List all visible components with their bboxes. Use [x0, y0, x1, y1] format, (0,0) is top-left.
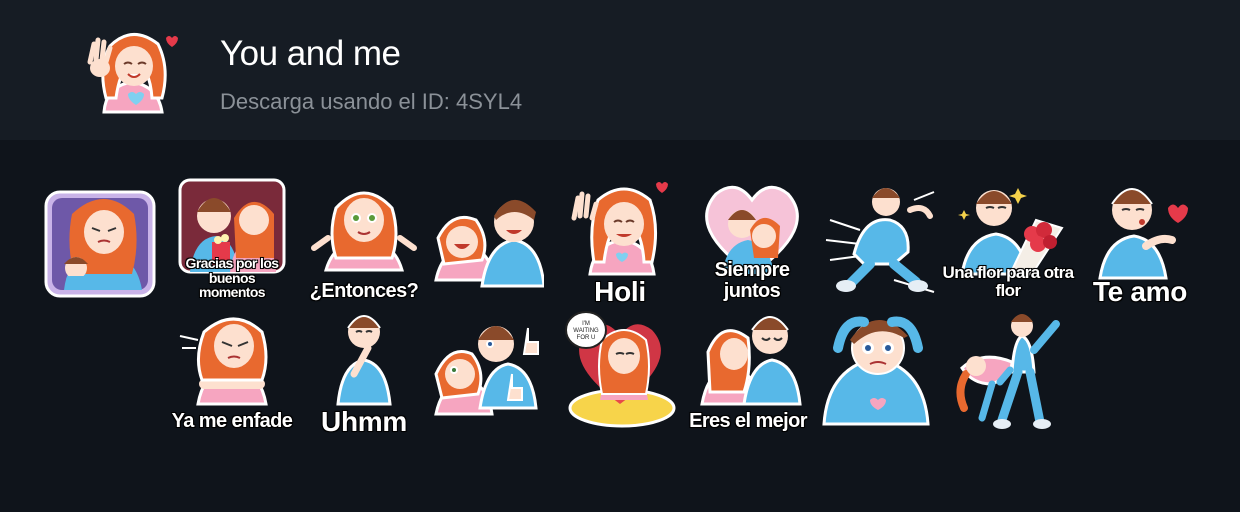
boy-shocked-sticker — [822, 316, 930, 426]
sticker-5[interactable]: Holi — [564, 178, 676, 306]
bubble-line-3: FOR U — [577, 335, 596, 341]
sticker-2[interactable]: Gracias por los buenos momentos — [176, 178, 288, 302]
boy-running-sticker — [825, 188, 935, 293]
sticker-caption: Siempre juntos — [714, 259, 790, 302]
couple-dancing-sticker — [956, 314, 1060, 429]
girl-holding-boy-sticker — [44, 190, 156, 298]
couple-laughing-sticker — [434, 199, 544, 288]
sticker-caption: Uhmm — [321, 405, 407, 437]
pack-title: You and me — [220, 34, 401, 73]
sticker-11[interactable]: Uhmm — [308, 308, 420, 436]
sticker-16[interactable] — [952, 310, 1064, 434]
pack-id-subtitle: Descarga usando el ID: 4SYL4 — [220, 89, 523, 114]
sticker-7[interactable] — [824, 180, 936, 304]
sticker-14[interactable]: Eres el mejor — [689, 308, 808, 432]
sticker-caption: Te amo — [1092, 275, 1188, 307]
girl-waiting-sticker: I'M WAITING FOR U — [565, 311, 676, 428]
sticker-10[interactable]: Ya me enfade — [172, 308, 293, 432]
bubble-line-2: WAITING — [573, 328, 599, 334]
sticker-caption: Gracias por los buenos momentos — [185, 254, 280, 301]
sticker-caption: Holi — [594, 275, 646, 307]
sticker-12[interactable] — [432, 308, 544, 432]
sticker-1[interactable] — [44, 184, 156, 308]
bubble-line-1: I'M — [582, 321, 590, 327]
sticker-caption: ¿Entonces? — [309, 280, 419, 302]
couple-thumbs-up-sticker — [434, 326, 539, 416]
sticker-caption: Eres el mejor — [689, 410, 807, 432]
pack-header: You and me Descarga usando el ID: 4SYL4 — [0, 0, 1240, 140]
sticker-caption: Ya me enfade — [171, 410, 293, 432]
sticker-3[interactable]: ¿Entonces? — [308, 178, 420, 302]
sticker-caption: Una flor para otra flor — [942, 263, 1075, 301]
sticker-15[interactable] — [820, 308, 932, 432]
sticker-6[interactable]: Siempre juntos — [696, 178, 808, 302]
waving-girl-sticker-icon — [87, 33, 178, 114]
sticker-13[interactable]: I'M WAITING FOR U — [564, 310, 676, 434]
sticker-9[interactable]: Te amo — [1084, 178, 1196, 306]
sticker-8[interactable]: Una flor para otra flor — [943, 178, 1074, 302]
sticker-4[interactable] — [432, 180, 544, 304]
